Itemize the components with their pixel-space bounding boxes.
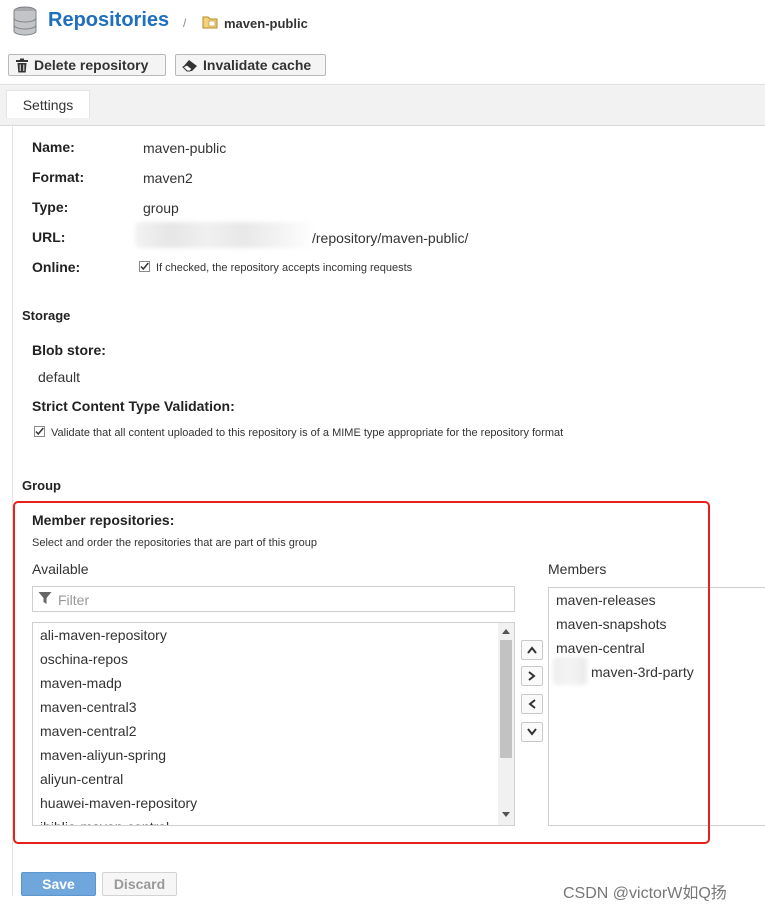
url-label: URL:	[32, 229, 66, 245]
blob-store-label: Blob store:	[32, 342, 106, 358]
strict-validation-label: Strict Content Type Validation:	[32, 398, 235, 414]
url-value[interactable]: /repository/maven-public/	[312, 230, 468, 246]
breadcrumb-repository: maven-public	[224, 16, 308, 31]
trash-icon	[16, 58, 28, 72]
database-icon	[13, 6, 37, 36]
breadcrumb-separator: /	[183, 16, 187, 30]
format-label: Format:	[32, 169, 85, 185]
online-hint: If checked, the repository accepts incom…	[156, 262, 413, 274]
invalidate-cache-label: Invalidate cache	[203, 57, 312, 73]
strict-validation-hint: Validate that all content uploaded to th…	[51, 427, 564, 439]
checkmark-icon	[35, 427, 44, 436]
discard-button[interactable]: Discard	[102, 872, 177, 896]
redacted-host	[135, 222, 315, 248]
checkmark-icon	[140, 262, 149, 271]
online-checkbox[interactable]	[139, 261, 150, 272]
type-label: Type:	[32, 199, 69, 215]
delete-repository-button[interactable]: Delete repository	[8, 54, 166, 76]
highlight-box	[13, 501, 710, 844]
folder-icon	[202, 16, 218, 29]
group-section-title: Group	[22, 478, 61, 493]
eraser-icon	[182, 59, 197, 71]
online-label: Online:	[32, 259, 81, 275]
name-label: Name:	[32, 139, 75, 155]
invalidate-cache-button[interactable]: Invalidate cache	[175, 54, 326, 76]
watermark: CSDN @victorW如Q扬	[563, 885, 727, 902]
delete-repository-label: Delete repository	[34, 57, 149, 73]
strict-validation-checkbox[interactable]	[34, 426, 45, 437]
blob-store-value: default	[38, 369, 81, 385]
save-button[interactable]: Save	[21, 872, 96, 896]
storage-section-title: Storage	[22, 308, 71, 323]
page-title[interactable]: Repositories	[48, 9, 169, 32]
tab-settings[interactable]: Settings	[6, 90, 90, 118]
tab-bar	[0, 84, 765, 126]
name-value: maven-public	[143, 140, 227, 156]
format-value: maven2	[143, 170, 193, 186]
type-value: group	[143, 200, 179, 216]
